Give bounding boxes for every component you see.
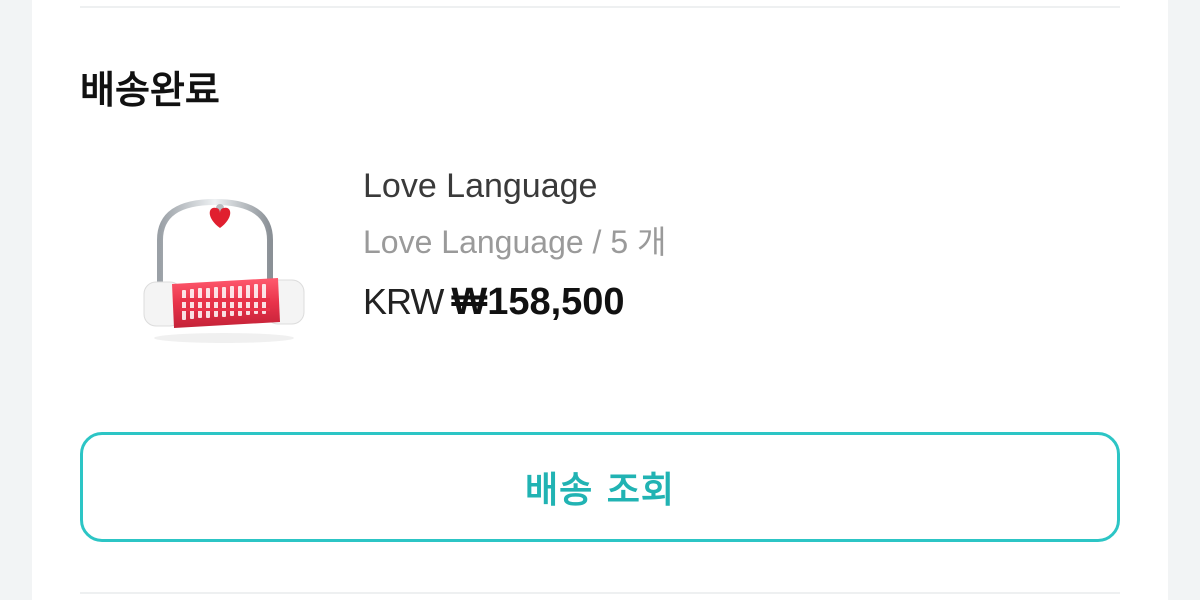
- delivery-status-title: 배송완료: [80, 68, 220, 112]
- track-delivery-button[interactable]: 배송 조회: [80, 432, 1120, 542]
- product-info: Love Language Love Language / 5 개 KRW ₩15…: [363, 160, 666, 336]
- track-delivery-label: 배송 조회: [524, 470, 675, 511]
- price-amount: ₩158,500: [451, 281, 625, 323]
- lock-product-icon: [143, 198, 305, 343]
- bottom-divider: [80, 592, 1120, 594]
- price-currency: KRW: [363, 281, 444, 322]
- product-name[interactable]: Love Language: [363, 160, 666, 212]
- product-image[interactable]: [120, 180, 310, 350]
- product-price: KRW ₩158,500: [363, 276, 666, 336]
- top-divider: [80, 6, 1120, 8]
- product-option: Love Language / 5 개: [363, 224, 667, 260]
- order-card: 배송완료 Love Language Love Language / 5 개 K…: [32, 0, 1168, 600]
